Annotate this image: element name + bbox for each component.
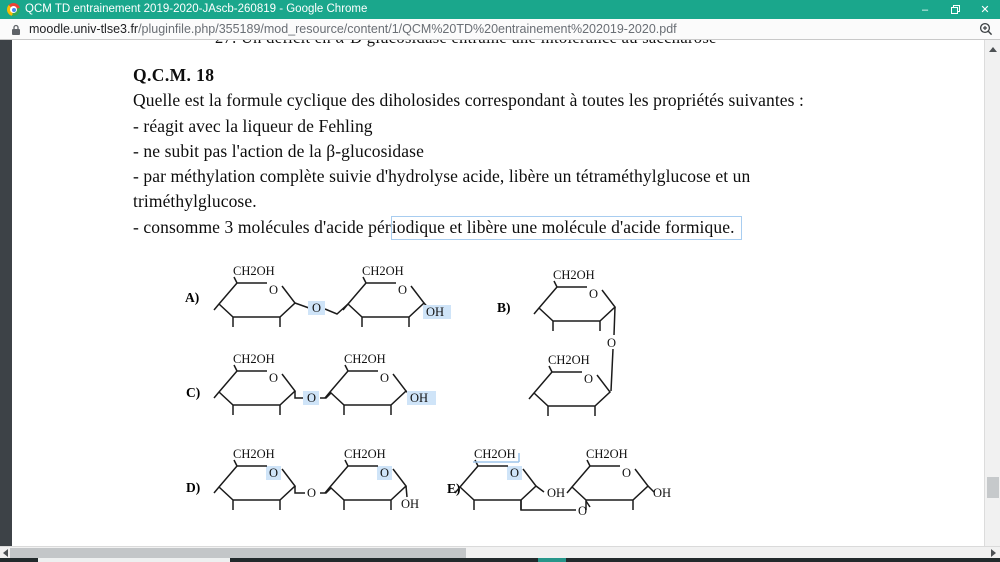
pyranose-ring: CH2OH O bbox=[567, 447, 648, 510]
prop-periodique-pre: - consomme 3 molécules d'acide pér bbox=[133, 217, 391, 237]
svg-text:O: O bbox=[622, 466, 631, 480]
svg-text:O: O bbox=[269, 283, 278, 297]
question-prop-methylation-2: triméthylglucose. bbox=[133, 189, 948, 214]
lock-icon[interactable] bbox=[11, 24, 21, 36]
structure-d-drawing: D) CH2OH O CH2OH O O OH bbox=[180, 445, 480, 531]
svg-text:O: O bbox=[269, 371, 278, 385]
svg-text:O: O bbox=[584, 372, 593, 386]
glycosidic-oxygen: O bbox=[307, 391, 316, 405]
window-bottom-edge bbox=[0, 558, 1000, 562]
scroll-up-arrow-icon[interactable] bbox=[989, 47, 997, 52]
window-title: QCM TD entrainement 2019-2020-JAscb-2608… bbox=[25, 0, 367, 19]
pdf-viewer: 27. Un déficit en α-D glucosidase entraî… bbox=[0, 40, 984, 546]
structure-e-drawing: E) CH2OH O CH2OH O O OH bbox=[440, 445, 710, 551]
question-prop-fehling: - réagit avec la liqueur de Fehling bbox=[133, 114, 948, 139]
anomeric-hydroxyl: OH bbox=[547, 486, 565, 500]
question-intro: Quelle est la formule cyclique des dihol… bbox=[133, 88, 948, 113]
horizontal-scrollbar-thumb[interactable] bbox=[10, 548, 466, 558]
structure-c: C) CH2OH O CH2OH O O OH bbox=[180, 350, 480, 441]
pyranose-ring: CH2OH O bbox=[534, 268, 615, 331]
minimize-button[interactable]: – bbox=[910, 0, 940, 19]
svg-text:CH2OH: CH2OH bbox=[548, 353, 590, 367]
structure-c-drawing: C) CH2OH O CH2OH O O OH bbox=[180, 350, 480, 436]
pyranose-ring: CH2OH O bbox=[214, 352, 295, 415]
svg-text:O: O bbox=[589, 287, 598, 301]
structure-a-drawing: A) CH2OH O CH2OH O O OH bbox=[180, 258, 470, 344]
structure-e: E) CH2OH O CH2OH O O OH bbox=[440, 445, 710, 556]
pyranose-ring: CH2OH O bbox=[529, 353, 610, 416]
clipped-previous-line: 27. Un déficit en α-D glucosidase entraî… bbox=[215, 40, 775, 47]
restore-icon bbox=[951, 5, 960, 14]
svg-text:O: O bbox=[269, 466, 278, 480]
vertical-scrollbar-thumb[interactable] bbox=[987, 477, 999, 498]
url-domain: moodle.univ-tlse3.fr bbox=[29, 22, 138, 36]
text-selection-box: iodique et libère une molécule d'acide f… bbox=[391, 216, 742, 240]
svg-text:CH2OH: CH2OH bbox=[233, 447, 275, 461]
anomeric-hydroxyl: OH bbox=[410, 391, 428, 405]
anomeric-hydroxyl: OH bbox=[401, 497, 419, 511]
option-label-a: A) bbox=[185, 290, 199, 305]
structure-d: D) CH2OH O CH2OH O O OH bbox=[180, 445, 480, 536]
glycosidic-oxygen: O bbox=[607, 336, 616, 350]
glycosidic-oxygen: O bbox=[312, 301, 321, 315]
scroll-left-arrow-icon[interactable] bbox=[3, 549, 8, 557]
restore-button[interactable] bbox=[940, 0, 970, 19]
svg-text:CH2OH: CH2OH bbox=[362, 264, 404, 278]
pyranose-ring: CH2OH O bbox=[325, 352, 406, 415]
pdf-page: 27. Un déficit en α-D glucosidase entraî… bbox=[12, 40, 984, 546]
pyranose-ring: CH2OH O bbox=[325, 447, 406, 510]
url-text: moodle.univ-tlse3.fr/pluginfile.php/3551… bbox=[29, 19, 677, 39]
glycosidic-oxygen: O bbox=[578, 504, 587, 518]
structure-a: A) CH2OH O CH2OH O O OH bbox=[180, 258, 470, 349]
question-prop-glucosidase: - ne subit pas l'action de la β-glucosid… bbox=[133, 139, 948, 164]
structure-b-drawing: B) CH2OH O CH2OH O O bbox=[495, 258, 685, 428]
svg-text:CH2OH: CH2OH bbox=[586, 447, 628, 461]
option-label-b: B) bbox=[497, 300, 511, 315]
pyranose-ring: CH2OH O bbox=[214, 264, 295, 327]
browser-window: QCM TD entrainement 2019-2020-JAscb-2608… bbox=[0, 0, 1000, 562]
svg-text:CH2OH: CH2OH bbox=[344, 447, 386, 461]
svg-text:CH2OH: CH2OH bbox=[474, 447, 516, 461]
anomeric-hydroxyl: OH bbox=[426, 305, 444, 319]
structure-b: B) CH2OH O CH2OH O O bbox=[495, 258, 685, 433]
bottom-edge-teal-segment bbox=[538, 558, 566, 562]
svg-text:O: O bbox=[510, 466, 519, 480]
option-label-d: D) bbox=[186, 480, 200, 495]
glycosidic-oxygen: O bbox=[307, 486, 316, 500]
svg-text:O: O bbox=[380, 466, 389, 480]
zoom-in-icon[interactable] bbox=[979, 22, 993, 36]
vertical-scrollbar[interactable] bbox=[984, 40, 1000, 546]
svg-text:O: O bbox=[380, 371, 389, 385]
url-bar[interactable]: moodle.univ-tlse3.fr/pluginfile.php/3551… bbox=[0, 19, 1000, 40]
question-prop-periodique: - consomme 3 molécules d'acide périodiqu… bbox=[133, 215, 948, 240]
url-path: /pluginfile.php/355189/mod_resource/cont… bbox=[138, 22, 677, 36]
anomeric-hydroxyl: OH bbox=[653, 486, 671, 500]
svg-text:O: O bbox=[398, 283, 407, 297]
pyranose-ring: CH2OH O bbox=[214, 447, 295, 510]
svg-text:CH2OH: CH2OH bbox=[344, 352, 386, 366]
horizontal-scrollbar[interactable] bbox=[0, 546, 1000, 558]
svg-text:CH2OH: CH2OH bbox=[233, 264, 275, 278]
svg-text:CH2OH: CH2OH bbox=[553, 268, 595, 282]
option-label-c: C) bbox=[186, 385, 200, 400]
question-block: Q.C.M. 18 Quelle est la formule cyclique… bbox=[133, 63, 948, 240]
window-controls: – ✕ bbox=[910, 0, 1000, 19]
bottom-edge-light-segment bbox=[38, 558, 230, 562]
title-bar: QCM TD entrainement 2019-2020-JAscb-2608… bbox=[0, 0, 1000, 19]
question-number: Q.C.M. 18 bbox=[133, 63, 948, 88]
question-prop-methylation: - par méthylation complète suivie d'hydr… bbox=[133, 164, 948, 189]
chrome-logo-icon bbox=[7, 3, 20, 16]
scroll-right-arrow-icon[interactable] bbox=[991, 549, 996, 557]
pyranose-ring: CH2OH O bbox=[455, 447, 536, 510]
close-button[interactable]: ✕ bbox=[970, 0, 1000, 19]
pyranose-ring: CH2OH O bbox=[343, 264, 424, 327]
svg-text:CH2OH: CH2OH bbox=[233, 352, 275, 366]
